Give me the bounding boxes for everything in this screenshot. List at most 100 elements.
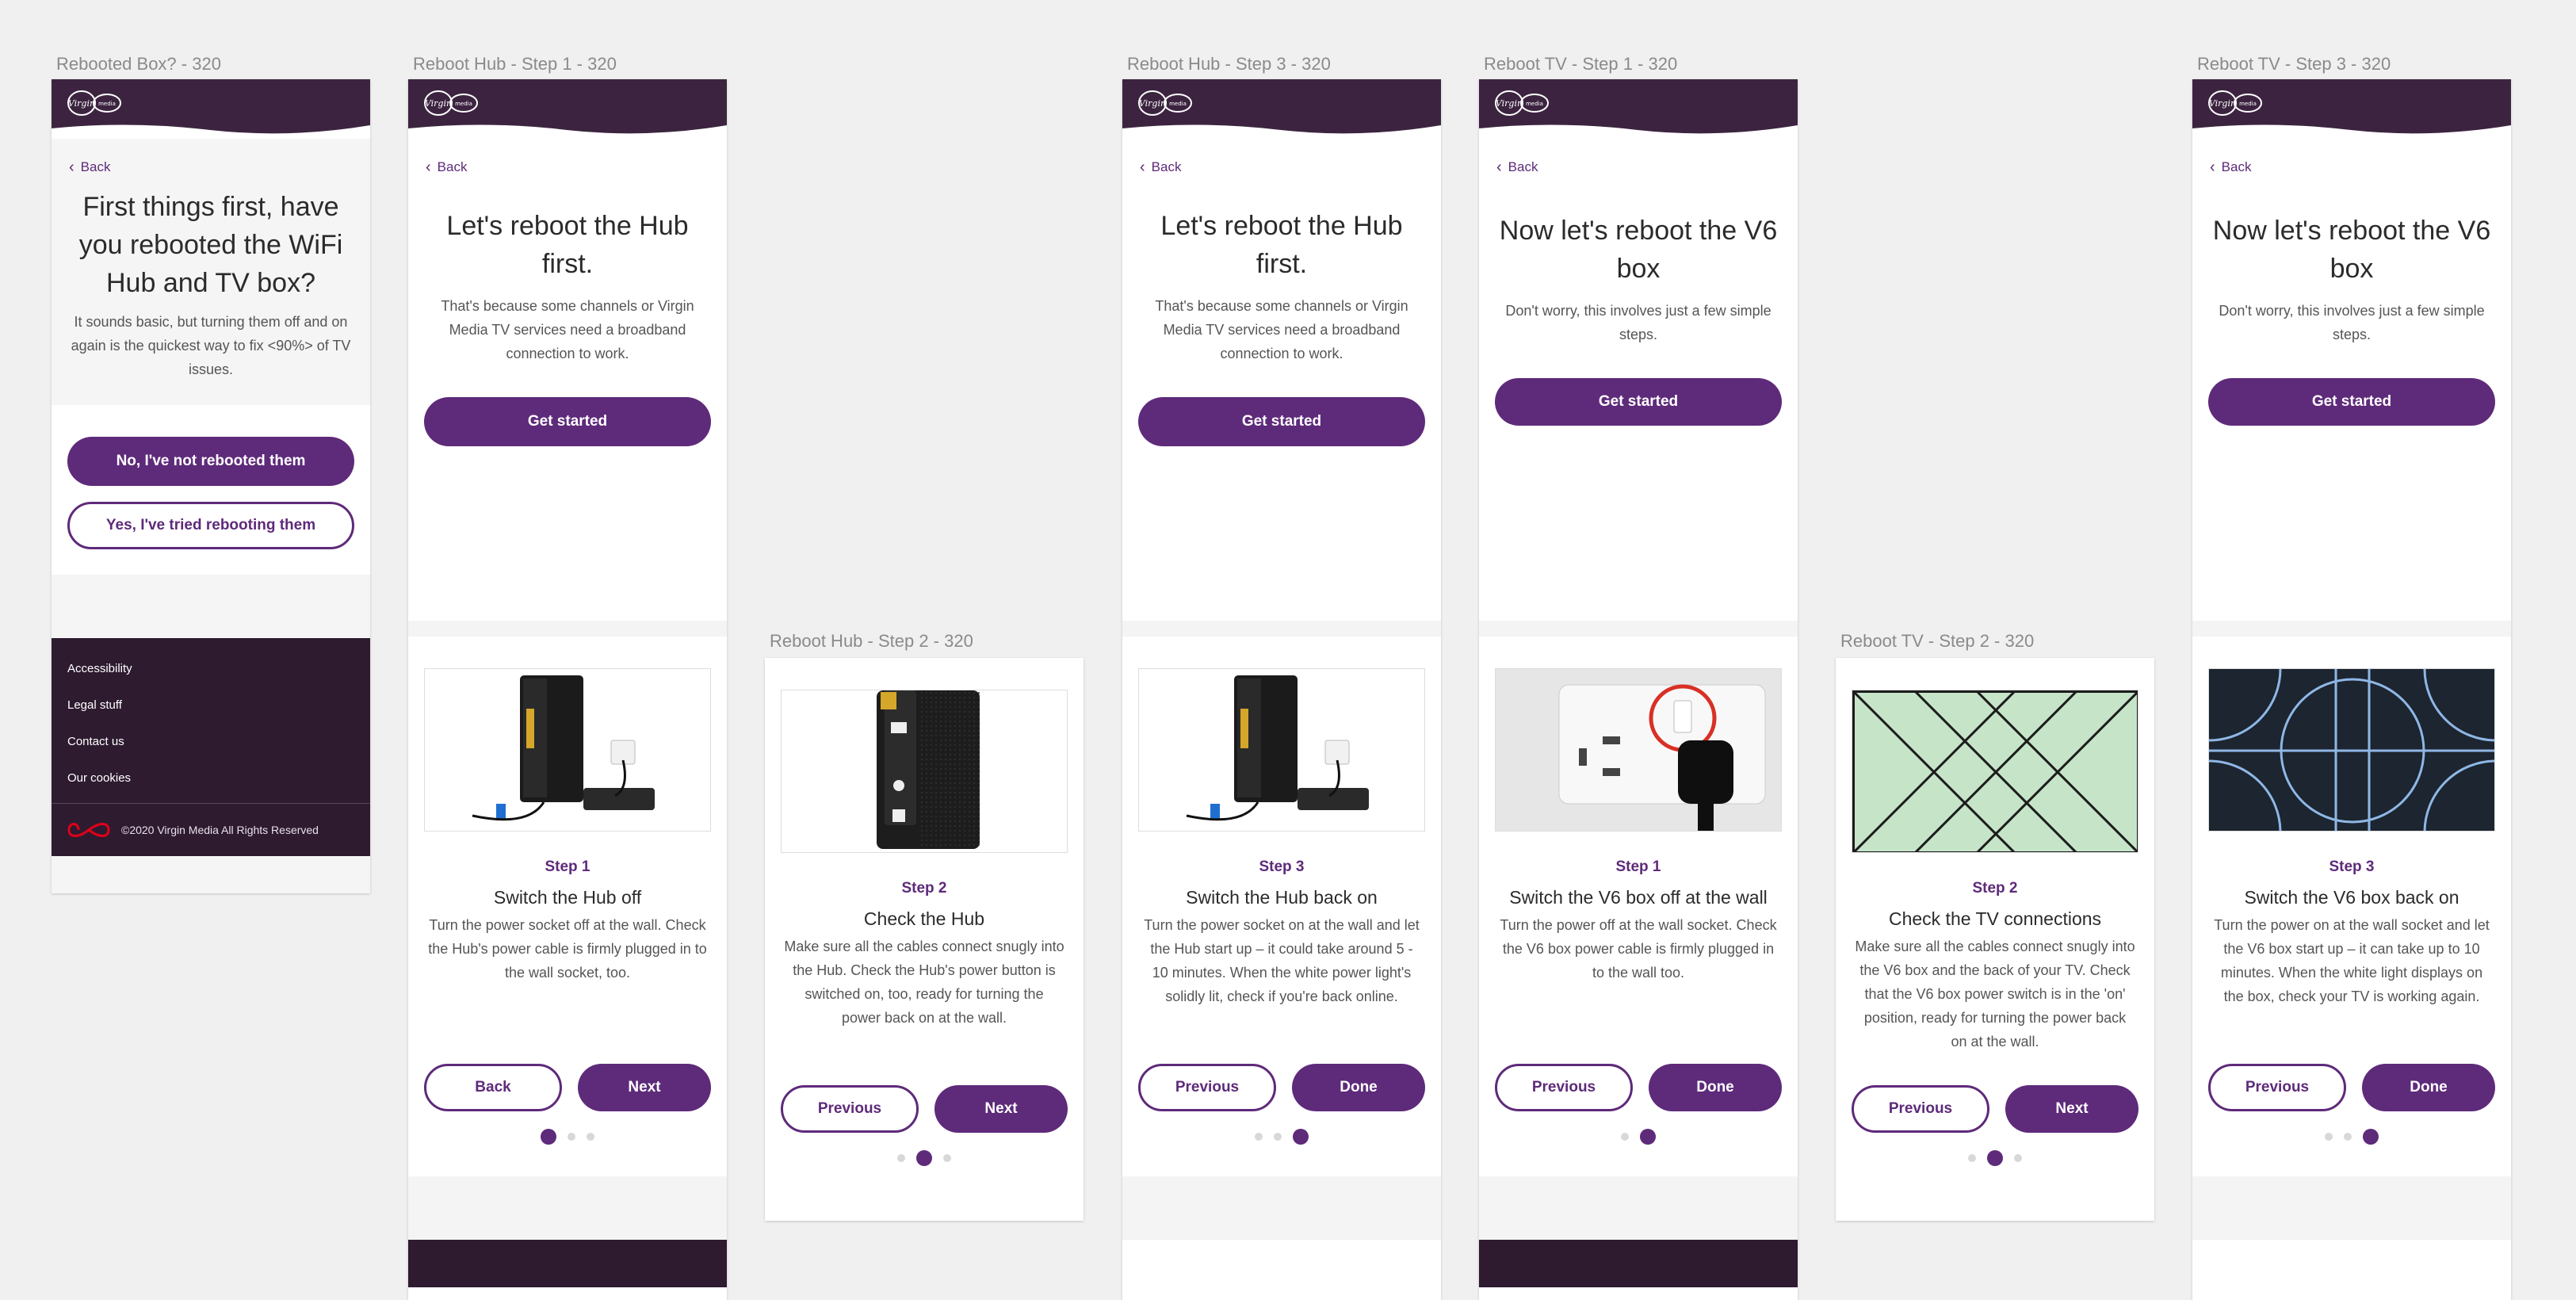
virgin-infinity-logo <box>67 823 110 837</box>
footer: Accessibility Legal stuff Contact us Our… <box>52 638 370 856</box>
svg-text:Virgin: Virgin <box>68 98 95 109</box>
carousel-dot[interactable] <box>2325 1133 2333 1141</box>
footer-link-legal[interactable]: Legal stuff <box>52 687 370 724</box>
header: Virgin media <box>2192 79 2511 139</box>
footer-link-accessibility[interactable]: Accessibility <box>52 651 370 687</box>
hub-closeup-image <box>781 690 1068 853</box>
back-label: Back <box>437 159 468 174</box>
artboard-label: Reboot Hub - Step 3 - 320 <box>1127 54 1331 74</box>
carousel-dot[interactable] <box>1274 1133 1282 1141</box>
wall-socket-image <box>1495 668 1782 832</box>
tried-rebooting-button[interactable]: Yes, I've tried rebooting them <box>67 502 354 549</box>
back-button[interactable]: Back <box>424 1064 562 1111</box>
carousel-dot-active[interactable] <box>1293 1129 1309 1145</box>
carousel-dots <box>408 1129 727 1145</box>
artboard-label: Reboot TV - Step 3 - 320 <box>2197 54 2391 74</box>
back-label: Back <box>1508 159 1538 174</box>
done-button[interactable]: Done <box>1292 1064 1425 1111</box>
svg-text:media: media <box>1169 101 1187 107</box>
chevron-left-icon: ‹ <box>2210 159 2215 176</box>
footer-link-contact[interactable]: Contact us <box>52 724 370 760</box>
step-description: Make sure all the cables connect snugly … <box>1855 939 2135 1050</box>
footer-link-cookies[interactable]: Our cookies <box>52 760 370 797</box>
get-started-button[interactable]: Get started <box>424 397 711 446</box>
previous-button[interactable]: Previous <box>1138 1064 1276 1111</box>
page-intro: Don't worry, this involves just a few si… <box>2219 303 2485 342</box>
artboard-label: Reboot Hub - Step 1 - 320 <box>413 54 617 74</box>
step-number: Step 1 <box>1615 858 1661 875</box>
carousel-dot[interactable] <box>1968 1154 1976 1162</box>
step-number: Step 1 <box>545 858 590 875</box>
step-title: Check the TV connections <box>1888 908 2102 929</box>
back-link[interactable]: ‹ Back <box>2210 159 2511 175</box>
carousel-dot[interactable] <box>1255 1133 1263 1141</box>
back-link[interactable]: ‹ Back <box>426 159 727 175</box>
svg-text:media: media <box>1526 101 1543 107</box>
step-description: Make sure all the cables connect snugly … <box>784 939 1064 1026</box>
back-label: Back <box>1151 159 1182 174</box>
carousel-dot[interactable] <box>897 1154 905 1162</box>
page-intro: Don't worry, this involves just a few si… <box>1505 303 1771 342</box>
svg-text:Virgin: Virgin <box>1496 98 1523 109</box>
carousel-dot-active[interactable] <box>541 1129 556 1145</box>
header: Virgin media <box>1479 79 1798 139</box>
carousel-dot-active[interactable] <box>916 1150 932 1166</box>
next-button[interactable]: Next <box>2005 1085 2138 1133</box>
back-link[interactable]: ‹ Back <box>69 159 370 175</box>
step-number: Step 2 <box>901 880 947 897</box>
previous-button[interactable]: Previous <box>2208 1064 2346 1111</box>
next-button[interactable]: Next <box>578 1064 711 1111</box>
get-started-button[interactable]: Get started <box>1495 378 1782 426</box>
frame-hub-step1: Virgin media ‹ Back Let's reboot the Hub … <box>408 79 727 1300</box>
back-link[interactable]: ‹ Back <box>1140 159 1441 175</box>
virgin-media-logo[interactable]: Virgin media <box>1137 87 1195 119</box>
svg-text:media: media <box>98 101 116 107</box>
carousel-dot-active[interactable] <box>1987 1150 2003 1166</box>
carousel-dot[interactable] <box>2344 1133 2352 1141</box>
frame-rebooted-box: Virgin media ‹ Back First things first, h… <box>52 79 370 893</box>
get-started-button[interactable]: Get started <box>2208 378 2495 426</box>
artboard-label: Reboot Hub - Step 2 - 320 <box>770 631 973 651</box>
virgin-media-logo[interactable]: Virgin media <box>2207 87 2265 119</box>
previous-button[interactable]: Previous <box>1495 1064 1633 1111</box>
carousel-dot-active[interactable] <box>2363 1129 2379 1145</box>
page-intro: That's because some channels or Virgin M… <box>441 298 694 361</box>
header: Virgin media <box>1122 79 1441 139</box>
carousel-dot[interactable] <box>568 1133 575 1141</box>
carousel-dot[interactable] <box>1621 1133 1629 1141</box>
carousel-dots <box>2192 1129 2511 1145</box>
back-link[interactable]: ‹ Back <box>1496 159 1798 175</box>
step-title: Switch the Hub back on <box>1186 887 1378 908</box>
page-title: Let's reboot the Hub first. <box>446 211 689 279</box>
frame-tv-step3: Virgin media ‹ Back Now let's reboot the … <box>2192 79 2511 1300</box>
hub-image <box>424 668 711 832</box>
previous-button[interactable]: Previous <box>781 1085 919 1133</box>
previous-button[interactable]: Previous <box>1852 1085 1989 1133</box>
done-button[interactable]: Done <box>2362 1064 2495 1111</box>
frame-hub-step2: Step 2 Check the Hub Make sure all the c… <box>765 658 1084 1221</box>
carousel-dot[interactable] <box>587 1133 594 1141</box>
artboard-label: Reboot TV - Step 2 - 320 <box>1840 631 2035 651</box>
step-description: Turn the power off at the wall socket. C… <box>1500 917 1777 981</box>
frame-hub-step3: Virgin media ‹ Back Let's reboot the Hub … <box>1122 79 1441 1300</box>
virgin-media-logo[interactable]: Virgin media <box>422 87 481 119</box>
copyright-text: ©2020 Virgin Media All Rights Reserved <box>121 824 319 836</box>
chevron-left-icon: ‹ <box>1140 159 1145 176</box>
carousel-dots <box>765 1150 1084 1166</box>
page-title: First things first, have you rebooted th… <box>78 192 343 298</box>
page-title: Now let's reboot the V6 box <box>1499 216 1778 284</box>
next-button[interactable]: Next <box>934 1085 1068 1133</box>
step-title: Check the Hub <box>863 908 985 929</box>
carousel-dot[interactable] <box>943 1154 951 1162</box>
step-description: Turn the power socket off at the wall. C… <box>428 917 707 981</box>
done-button[interactable]: Done <box>1649 1064 1782 1111</box>
step-description: Turn the power socket on at the wall and… <box>1144 917 1420 1004</box>
carousel-dot[interactable] <box>2014 1154 2022 1162</box>
step-title: Switch the V6 box back on <box>2244 887 2459 908</box>
get-started-button[interactable]: Get started <box>1138 397 1425 446</box>
virgin-media-logo[interactable]: Virgin media <box>66 87 124 119</box>
carousel-dot-active[interactable] <box>1640 1129 1656 1145</box>
virgin-media-logo[interactable]: Virgin media <box>1493 87 1552 119</box>
not-rebooted-button[interactable]: No, I've not rebooted them <box>67 437 354 486</box>
svg-text:Virgin: Virgin <box>425 98 452 109</box>
